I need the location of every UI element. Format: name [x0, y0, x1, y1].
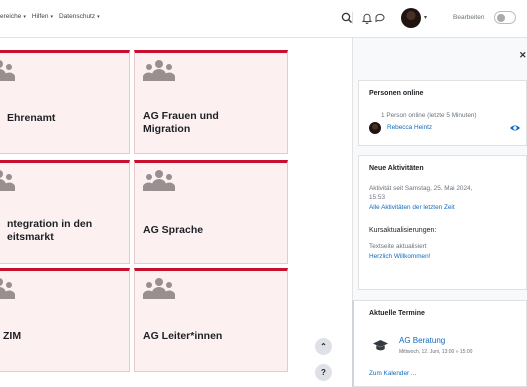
block-recent-activity: Neue Aktivitäten Aktivität seit Samstag,… [358, 155, 527, 290]
help-button[interactable]: ? [315, 364, 332, 381]
event-title-link[interactable]: AG Beratung [399, 336, 445, 345]
online-user-link[interactable]: Rebecca Heintz [387, 124, 432, 131]
close-icon[interactable]: ✕ [519, 50, 527, 61]
course-title-line: eitsmarkt [7, 231, 54, 243]
course-card-ag-frauen-migration[interactable]: AG Frauen und Migration [134, 50, 288, 154]
nav-item-bereiche[interactable]: ereiche ▾ [0, 13, 26, 20]
nav-item-label: Hilfen [31, 13, 49, 20]
course-title-line: ntegration in den [7, 218, 93, 230]
course-title: ntegration in den eitsmarkt [7, 218, 92, 244]
online-summary: 1 Person online (letzte 5 Minuten) [381, 112, 477, 119]
course-card-ag-leiterinnen[interactable]: AG Leiter*innen [134, 268, 288, 372]
chevron-down-icon: ▾ [97, 14, 100, 20]
divider [352, 12, 353, 24]
group-icon [143, 60, 175, 81]
block-heading: Personen online [369, 90, 424, 97]
bell-icon[interactable] [360, 11, 374, 25]
group-icon [0, 60, 15, 81]
chevron-down-icon: ▾ [50, 14, 53, 20]
event-time: Mittwoch, 12. Juni, 13:00 » 15:00 [399, 349, 473, 355]
chevron-down-icon: ▾ [23, 14, 26, 20]
block-online-users: Personen online 1 Person online (letzte … [358, 80, 527, 146]
group-icon [0, 170, 15, 191]
scroll-to-top-button[interactable]: ⌃ [315, 338, 332, 355]
message-icon[interactable] [373, 11, 387, 25]
all-activities-link[interactable]: Alle Aktivitäten der letzten Zeit [369, 204, 455, 211]
course-title: Ehrenamt [7, 112, 55, 125]
course-title-line: AG Leiter*innen [143, 330, 223, 342]
course-title-line: Ehrenamt [7, 112, 56, 124]
course-card-integration-arbeitsmarkt[interactable]: ntegration in den eitsmarkt [0, 160, 130, 264]
course-title: AG Sprache [143, 224, 203, 237]
course-title-line: AG Sprache [143, 224, 204, 236]
activity-since-time: 15:53 [369, 194, 385, 201]
course-card-zim[interactable]: ZIM [0, 268, 130, 372]
edit-mode-label: Bearbeiten [453, 14, 485, 21]
chevron-down-icon[interactable]: ▾ [424, 14, 427, 21]
avatar [369, 122, 381, 134]
group-icon [143, 170, 175, 191]
eye-icon[interactable] [509, 123, 521, 133]
nav-item-label: ereiche [0, 13, 22, 20]
course-title-line: AG Frauen und [143, 110, 219, 122]
course-title: AG Frauen und Migration [143, 110, 219, 136]
nav-item-datenschutz[interactable]: Datenschutz ▾ [59, 13, 100, 20]
toggle-knob [497, 14, 505, 22]
nav-item-hilfen[interactable]: Hilfen ▾ [32, 13, 53, 20]
primary-navigation: ereiche ▾ Hilfen ▾ Datenschutz ▾ [0, 13, 106, 20]
group-icon [0, 278, 15, 299]
course-card-ehrenamt[interactable]: Ehrenamt [0, 50, 130, 154]
course-card-ag-sprache[interactable]: AG Sprache [134, 160, 288, 264]
course-title: AG Leiter*innen [143, 330, 222, 343]
graduation-cap-icon [373, 340, 388, 351]
block-heading: Aktuelle Termine [369, 310, 425, 317]
course-title-line: ZIM [3, 330, 22, 342]
course-update-link[interactable]: Herzlich Willkommen! [369, 253, 430, 260]
block-heading: Neue Aktivitäten [369, 165, 424, 172]
block-upcoming-events: Aktuelle Termine AG Beratung Mittwoch, 1… [352, 300, 527, 387]
nav-item-label: Datenschutz [58, 13, 96, 20]
avatar[interactable] [401, 8, 421, 28]
calendar-link[interactable]: Zum Kalender ... [369, 370, 416, 377]
course-updates-heading: Kursaktualisierungen: [369, 227, 437, 234]
edit-mode-toggle[interactable] [494, 11, 516, 24]
group-icon [143, 278, 175, 299]
course-title: ZIM [3, 330, 21, 343]
top-navbar: ereiche ▾ Hilfen ▾ Datenschutz ▾ ▾ Bearbeit… [0, 0, 527, 38]
activity-since: Aktivität seit Samstag, 25. Mai 2024, [369, 185, 473, 192]
course-update-text: Textseite aktualisiert [369, 243, 427, 250]
course-title-line: Migration [143, 123, 191, 135]
